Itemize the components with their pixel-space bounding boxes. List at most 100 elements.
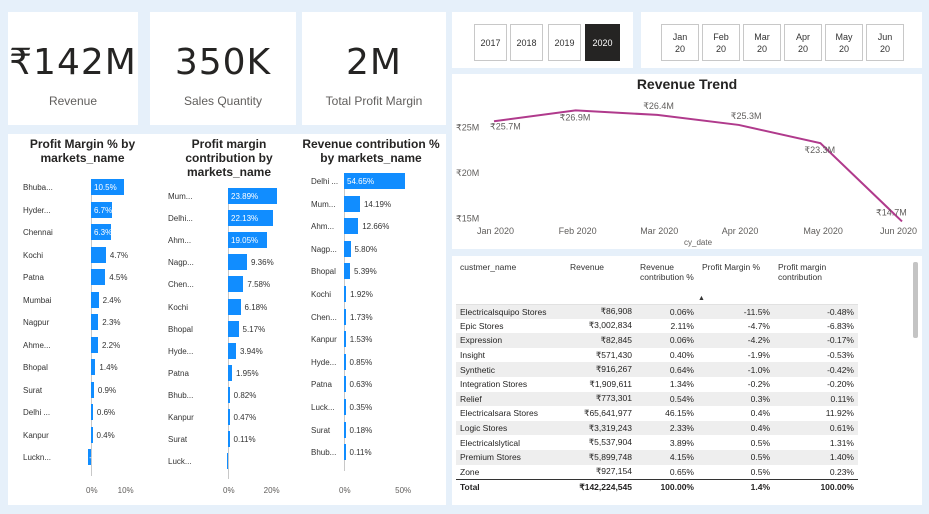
x-axis-tick-label: Jun 2020 bbox=[880, 226, 917, 236]
bar[interactable] bbox=[344, 286, 347, 302]
table-row[interactable]: Logic Stores ₹3,319,243 2.33% 0.4% 0.61% bbox=[456, 420, 858, 436]
year-button-2017[interactable]: 2017 bbox=[474, 24, 507, 61]
bar[interactable] bbox=[228, 298, 241, 315]
bar[interactable] bbox=[91, 404, 93, 420]
table-cell: -1.0% bbox=[698, 362, 774, 377]
table-cell: 1.34% bbox=[669, 379, 694, 390]
customer-table: custmer_name Revenue Revenue contributio… bbox=[456, 260, 858, 496]
table-row[interactable]: Zone ₹927,154 0.65% 0.5% 0.23% bbox=[456, 465, 858, 480]
month-year: 20 bbox=[756, 43, 767, 54]
table-total-cell: ₹142,224,545 bbox=[566, 478, 636, 496]
bar-category-label: Chen... bbox=[168, 280, 194, 290]
bar[interactable] bbox=[228, 254, 247, 271]
bar[interactable] bbox=[344, 353, 346, 370]
bar-value-label: 5.17% bbox=[242, 324, 266, 334]
table-cell: Electricalslytical bbox=[460, 437, 520, 448]
month-year: 20 bbox=[674, 43, 685, 54]
bar[interactable] bbox=[228, 409, 230, 425]
bar[interactable] bbox=[344, 421, 346, 438]
bar-category-label: Delhi ... bbox=[23, 408, 51, 417]
table-row[interactable]: Integration Stores ₹1,909,611 1.34% -0.2% -0… bbox=[456, 377, 858, 392]
bar[interactable] bbox=[344, 218, 359, 235]
table-cell: ₹571,430 bbox=[595, 349, 632, 360]
table-scrollbar[interactable] bbox=[913, 262, 918, 338]
table-row[interactable]: Electricalslytical ₹5,537,904 3.89% 0.5% 1.3… bbox=[456, 435, 858, 450]
column-header-revenue[interactable]: Revenue bbox=[566, 260, 636, 305]
table-cell: Electricalsara Stores bbox=[460, 408, 538, 419]
bar-value-label: 54.65% bbox=[347, 177, 375, 186]
bar-value-label: 0.11% bbox=[349, 448, 372, 458]
column-header-profit-margin[interactable]: Profit Margin % ▲ bbox=[698, 260, 774, 305]
column-header-label: Profit Margin % bbox=[702, 262, 761, 272]
month-label: Jan bbox=[672, 31, 688, 42]
bar[interactable] bbox=[91, 336, 98, 353]
table-cell: 0.5% bbox=[750, 466, 770, 477]
bar[interactable] bbox=[344, 308, 346, 325]
bar-value-label: 12.66% bbox=[362, 222, 390, 232]
bar[interactable] bbox=[344, 240, 351, 257]
bar-category-label: Bhuba... bbox=[23, 183, 53, 192]
table-row[interactable]: Expression ₹82,845 0.06% -4.2% -0.17% bbox=[456, 333, 858, 348]
bar-category-label: Patna bbox=[23, 273, 44, 282]
bar-category-label: Hyder... bbox=[23, 205, 51, 215]
table-row[interactable]: Electricalsara Stores ₹65,641,977 46.15% 0.… bbox=[456, 406, 858, 421]
bar[interactable] bbox=[344, 195, 360, 212]
bar-value-label: 4.7% bbox=[109, 250, 129, 260]
chart-title-profit-margin: Profit Margin % by markets_name bbox=[29, 137, 136, 165]
table-cell: 2.33% bbox=[636, 420, 698, 436]
month-button-mar[interactable]: Mar 20 bbox=[743, 24, 781, 61]
bar[interactable] bbox=[344, 376, 346, 393]
table-row[interactable]: Premium Stores ₹5,899,748 4.15% 0.5% 1.40% bbox=[456, 449, 858, 465]
table-cell: -0.48% bbox=[774, 304, 858, 319]
bar[interactable] bbox=[91, 314, 99, 330]
table-row[interactable]: Electricalsquipo Stores ₹86,908 0.06% -11.5… bbox=[456, 304, 858, 319]
bar[interactable] bbox=[91, 381, 94, 398]
axis-tick-label: 0% bbox=[86, 486, 98, 495]
table-cell: Zone bbox=[460, 466, 480, 477]
table-row[interactable]: Synthetic ₹916,267 0.64% -1.0% -0.42% bbox=[456, 362, 858, 377]
year-button-2019[interactable]: 2019 bbox=[548, 24, 581, 61]
bar[interactable] bbox=[91, 246, 106, 263]
column-header-profit-contribution[interactable]: Profit margin contribution bbox=[774, 260, 858, 305]
table-cell: ₹82,845 bbox=[566, 333, 636, 348]
table-cell: 4.15% bbox=[636, 449, 698, 465]
table-row[interactable]: Insight ₹571,430 0.40% -1.9% -0.53% bbox=[456, 348, 858, 363]
month-button-feb[interactable]: Feb 20 bbox=[702, 24, 740, 61]
month-button-jan[interactable]: Jan 20 bbox=[661, 24, 699, 61]
data-point-label: ₹14.7M bbox=[876, 207, 907, 217]
bar[interactable] bbox=[228, 364, 232, 381]
bar[interactable] bbox=[228, 342, 236, 359]
bar[interactable] bbox=[91, 291, 99, 308]
table-cell: Relief bbox=[456, 391, 566, 407]
table-row[interactable]: Relief ₹773,301 0.54% 0.3% 0.11% bbox=[456, 391, 858, 407]
bar-value-label: 10.5% bbox=[94, 183, 117, 192]
bar[interactable] bbox=[228, 386, 230, 403]
year-button-2020[interactable]: 2020 bbox=[585, 24, 620, 61]
bar[interactable] bbox=[228, 276, 244, 293]
table-cell: Epic Stores bbox=[460, 320, 504, 331]
bar-category-label: Nagp... bbox=[168, 258, 194, 268]
bar[interactable] bbox=[91, 359, 96, 375]
table-cell: -0.53% bbox=[827, 350, 854, 361]
table-cell: ₹916,267 bbox=[566, 362, 636, 377]
month-button-apr[interactable]: Apr 20 bbox=[784, 24, 822, 61]
bar[interactable] bbox=[228, 431, 230, 448]
data-point-label: ₹25.7M bbox=[490, 121, 521, 131]
column-header-revenue-contribution[interactable]: Revenue contribution % bbox=[636, 260, 698, 305]
bar[interactable] bbox=[226, 453, 228, 470]
chart-title-profit-contribution: Profit margin contribution by markets_na… bbox=[185, 137, 273, 179]
year-button-2018[interactable]: 2018 bbox=[510, 24, 543, 61]
bar[interactable] bbox=[228, 320, 239, 337]
bar[interactable] bbox=[344, 399, 346, 415]
table-row[interactable]: Epic Stores ₹3,002,834 2.11% -4.7% -6.83% bbox=[456, 319, 858, 334]
bar[interactable] bbox=[344, 263, 351, 280]
bar[interactable] bbox=[91, 269, 106, 285]
revenue-trend-line[interactable] bbox=[493, 109, 903, 223]
bar[interactable] bbox=[344, 331, 346, 348]
bar[interactable] bbox=[344, 444, 346, 461]
bar[interactable] bbox=[91, 426, 93, 443]
bar-category-label: Bhopal bbox=[23, 363, 48, 372]
month-button-may[interactable]: May 20 bbox=[825, 24, 863, 61]
month-button-jun[interactable]: Jun 20 bbox=[866, 24, 904, 61]
column-header-customer[interactable]: custmer_name bbox=[456, 260, 566, 305]
